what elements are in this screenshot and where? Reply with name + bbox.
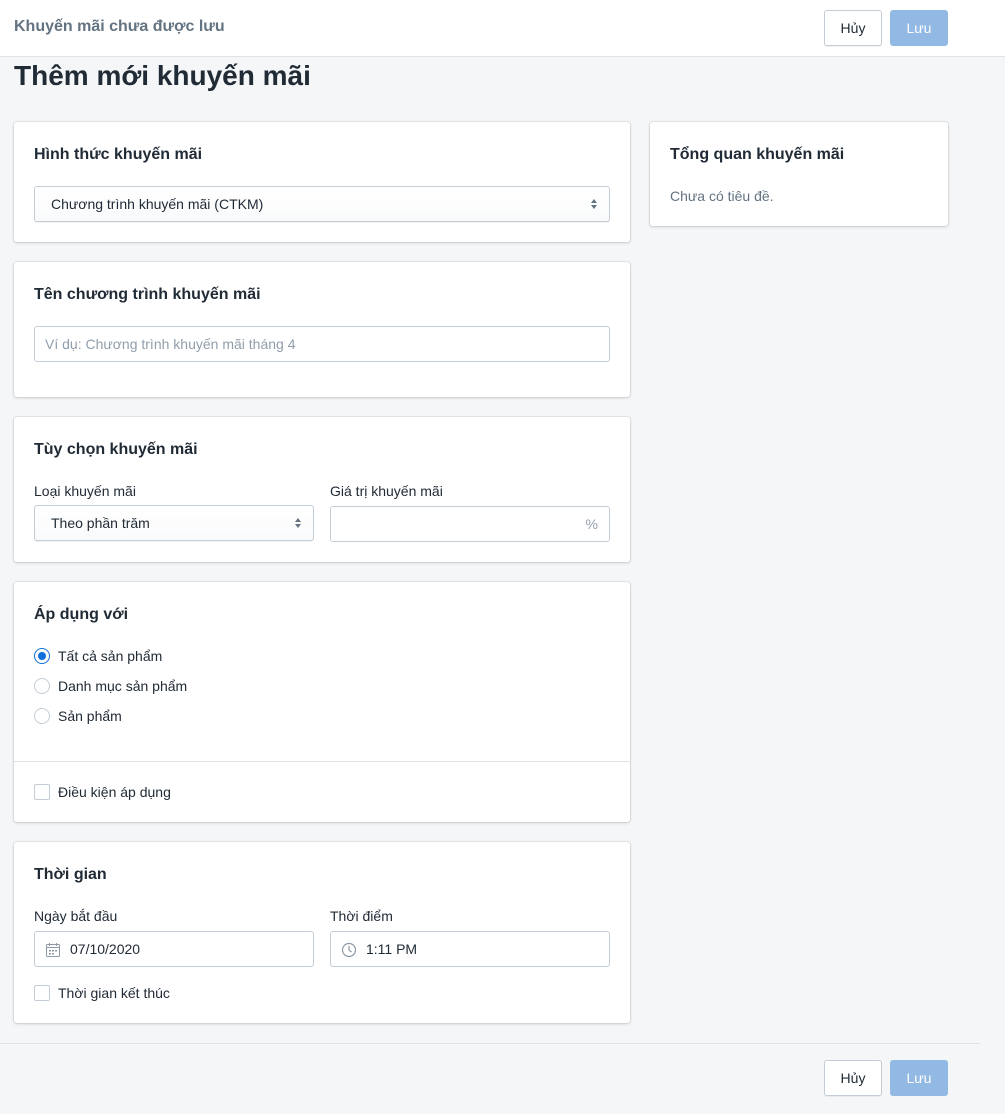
promo-kind-label: Loại khuyến mãi: [34, 483, 136, 499]
summary-text: Chưa có tiêu đề.: [670, 188, 774, 204]
footer-divider: [0, 1043, 980, 1044]
radio-button[interactable]: [34, 708, 50, 724]
apply-to-heading: Áp dụng với: [34, 606, 129, 623]
end-time-checkbox-row[interactable]: Thời gian kết thúc: [34, 983, 170, 1003]
promo-value-input[interactable]: %: [330, 506, 610, 542]
apply-to-card: Áp dụng với Tất cả sản phẩm Danh mục sản…: [14, 582, 630, 822]
footer-save-button[interactable]: Lưu: [890, 1060, 948, 1096]
summary-heading: Tổng quan khuyến mãi: [670, 146, 845, 163]
promo-type-card: Hình thức khuyến mãi Chương trình khuyến…: [14, 122, 630, 242]
end-time-checkbox[interactable]: [34, 985, 50, 1001]
top-bar: Khuyến mãi chưa được lưu Hủy Lưu: [0, 0, 1005, 57]
radio-label: Danh mục sản phẩm: [58, 678, 188, 694]
condition-checkbox-row[interactable]: Điều kiện áp dụng: [34, 782, 171, 802]
promo-options-heading: Tùy chọn khuyến mãi: [34, 441, 198, 458]
select-arrows-icon: [295, 518, 301, 528]
condition-label: Điều kiện áp dụng: [58, 784, 171, 800]
end-time-label: Thời gian kết thúc: [58, 985, 170, 1001]
footer-cancel-button[interactable]: Hủy: [824, 1060, 882, 1096]
divider: [14, 761, 630, 762]
promo-options-card: Tùy chọn khuyến mãi Loại khuyến mãi Theo…: [14, 417, 630, 562]
promo-name-heading: Tên chương trình khuyến mãi: [34, 286, 261, 303]
start-time-value: 1:11 PM: [366, 941, 418, 957]
unsaved-title: Khuyến mãi chưa được lưu: [14, 18, 225, 35]
promo-type-select[interactable]: Chương trình khuyến mãi (CTKM): [34, 186, 610, 222]
schedule-heading: Thời gian: [34, 866, 107, 883]
start-date-label: Ngày bắt đầu: [34, 908, 118, 924]
calendar-icon: [46, 943, 60, 957]
promo-value-label: Giá trị khuyến mãi: [330, 483, 443, 499]
radio-label: Sản phẩm: [58, 708, 122, 724]
radio-product[interactable]: Sản phẩm: [34, 706, 122, 726]
promo-kind-selected: Theo phần trăm: [51, 515, 150, 531]
cancel-button[interactable]: Hủy: [824, 10, 882, 46]
select-arrows-icon: [591, 199, 597, 209]
start-time-label: Thời điểm: [330, 908, 393, 924]
promo-name-card: Tên chương trình khuyến mãi Ví dụ: Chươn…: [14, 262, 630, 397]
percent-suffix: %: [585, 516, 598, 532]
summary-card: Tổng quan khuyến mãi Chưa có tiêu đề.: [650, 122, 948, 226]
clock-icon: [341, 942, 357, 958]
start-date-value: 07/10/2020: [70, 941, 141, 957]
promo-type-selected: Chương trình khuyến mãi (CTKM): [51, 196, 264, 212]
page-title: Thêm mới khuyến mãi: [14, 60, 311, 91]
promo-name-placeholder: Ví dụ: Chương trình khuyến mãi tháng 4: [45, 336, 296, 352]
radio-button[interactable]: [34, 678, 50, 694]
radio-product-category[interactable]: Danh mục sản phẩm: [34, 676, 187, 696]
radio-button[interactable]: [34, 648, 50, 664]
condition-checkbox[interactable]: [34, 784, 50, 800]
radio-all-products[interactable]: Tất cả sản phẩm: [34, 646, 162, 666]
promo-name-input[interactable]: Ví dụ: Chương trình khuyến mãi tháng 4: [34, 326, 610, 362]
promo-kind-select[interactable]: Theo phần trăm: [34, 505, 314, 541]
schedule-card: Thời gian Ngày bắt đầu 07/10/2020 Thời đ…: [14, 842, 630, 1023]
radio-label: Tất cả sản phẩm: [58, 648, 163, 664]
start-date-input[interactable]: 07/10/2020: [34, 931, 314, 967]
promo-type-heading: Hình thức khuyến mãi: [34, 146, 203, 163]
save-button[interactable]: Lưu: [890, 10, 948, 46]
start-time-input[interactable]: 1:11 PM: [330, 931, 610, 967]
